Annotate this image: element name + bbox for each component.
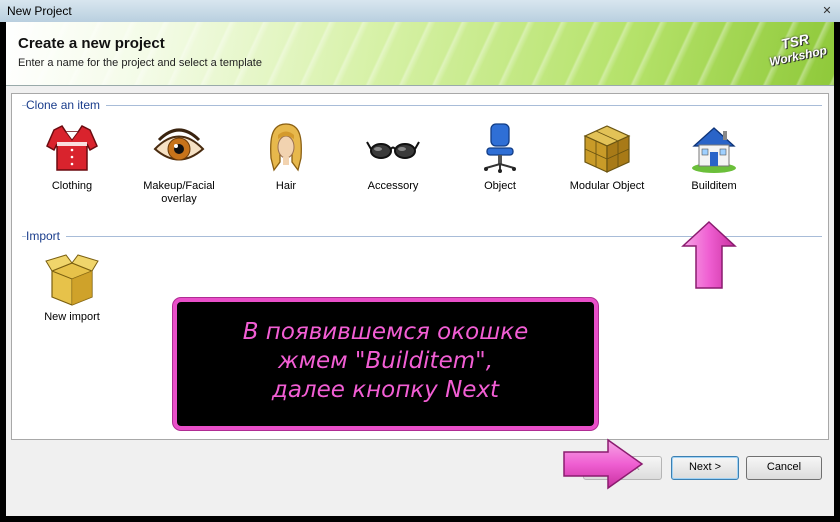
template-label: Modular Object — [569, 180, 645, 192]
template-hair[interactable]: Hair — [236, 120, 336, 193]
template-label: New import — [44, 311, 100, 323]
page-subtitle: Enter a name for the project and select … — [18, 57, 262, 69]
house-icon — [692, 127, 736, 173]
template-clothing[interactable]: Clothing — [22, 120, 122, 193]
page-title: Create a new project — [18, 35, 165, 52]
up-arrow-annotation-icon — [681, 220, 737, 289]
template-label: Accessory — [367, 180, 419, 192]
glasses-icon — [366, 141, 420, 159]
template-new-import[interactable]: New import — [22, 251, 122, 324]
template-builditem[interactable]: Builditem — [664, 120, 764, 193]
close-icon[interactable]: ✕ — [820, 5, 834, 17]
cancel-button[interactable]: Cancel — [746, 456, 822, 480]
template-label: Clothing — [51, 180, 93, 192]
template-label: Builditem — [691, 180, 737, 192]
title-bar[interactable]: New Project ✕ — [0, 0, 840, 22]
template-label: Object — [484, 180, 516, 192]
section-label-import: Import — [26, 229, 67, 243]
template-accessory[interactable]: Accessory — [343, 120, 443, 193]
shirt-icon — [46, 125, 98, 171]
window-title: New Project — [7, 4, 72, 18]
section-label-clone: Clone an item — [26, 98, 107, 112]
hair-icon — [270, 123, 302, 172]
header-banner: Create a new project Enter a name for th… — [6, 22, 834, 86]
template-makeup[interactable]: Makeup/Facial overlay — [129, 120, 229, 206]
right-arrow-annotation-icon — [563, 438, 644, 490]
chair-icon — [484, 123, 516, 173]
template-label: Hair — [275, 180, 297, 192]
template-modular-object[interactable]: Modular Object — [557, 120, 657, 193]
box-icon — [45, 254, 99, 306]
banner-decoration — [6, 22, 834, 85]
instruction-text: В появившемся окошке жмем "Builditem", д… — [242, 319, 529, 403]
cube-icon — [583, 125, 631, 173]
section-divider — [22, 105, 822, 106]
template-object[interactable]: Object — [450, 120, 550, 193]
next-button[interactable]: Next > — [671, 456, 739, 480]
eye-icon — [153, 128, 205, 161]
template-label: Makeup/Facial overlay — [143, 180, 215, 205]
instruction-callout: В появившемся окошке жмем "Builditem", д… — [173, 298, 598, 430]
